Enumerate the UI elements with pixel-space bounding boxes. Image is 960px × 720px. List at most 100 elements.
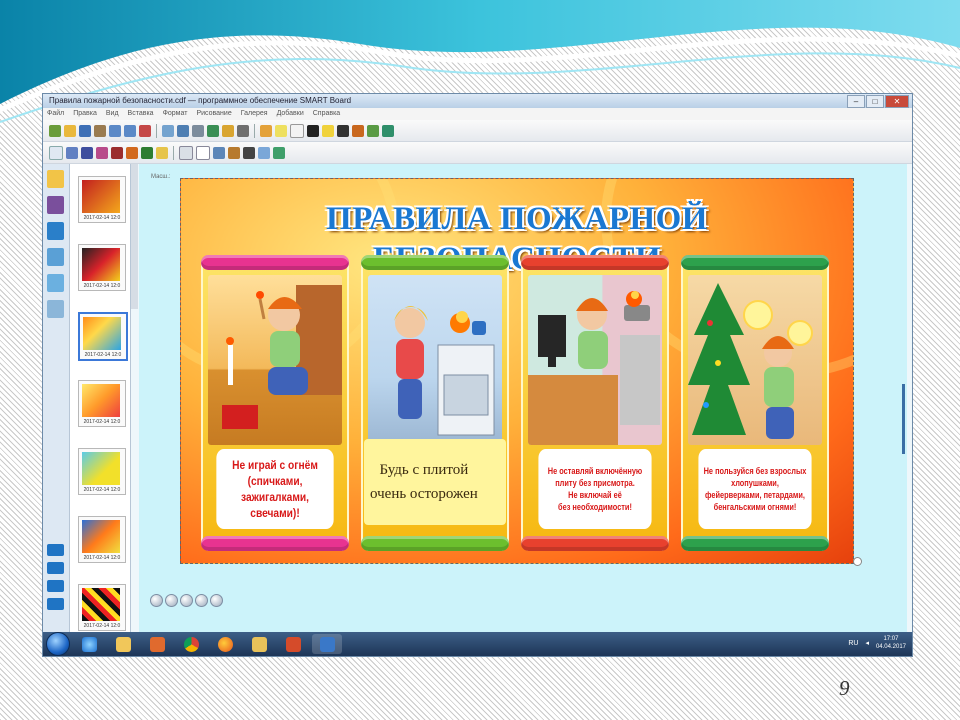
close-button[interactable]: ✕ bbox=[885, 95, 909, 108]
pen-icon[interactable] bbox=[260, 124, 272, 137]
pen-icon[interactable] bbox=[141, 146, 153, 159]
slide-canvas[interactable]: ПРАВИЛА ПОЖАРНОЙ БЕЗОПАСНОСТИ Не играй с… bbox=[180, 178, 854, 564]
eraser-icon[interactable] bbox=[290, 123, 304, 138]
sort-icon[interactable] bbox=[47, 580, 64, 592]
attachments-icon[interactable] bbox=[47, 222, 64, 240]
undo-icon[interactable] bbox=[109, 124, 121, 137]
clock[interactable]: 17:07 04.04.2017 bbox=[876, 635, 906, 651]
open-icon[interactable] bbox=[64, 124, 76, 137]
sorter-scrollbar[interactable] bbox=[131, 164, 138, 309]
menu-item-help[interactable]: Справка bbox=[313, 108, 340, 120]
card-top-bar bbox=[521, 255, 669, 270]
start-orb-icon[interactable] bbox=[46, 632, 70, 656]
eraser-icon[interactable] bbox=[179, 145, 193, 160]
language-indicator[interactable]: RU bbox=[848, 640, 858, 647]
page-thumbnail[interactable]: 2017-02-14 12:0 bbox=[78, 176, 126, 223]
file-explorer-icon[interactable] bbox=[108, 634, 138, 654]
page-thumbnail[interactable]: 2017-02-14 12:0 bbox=[78, 448, 126, 495]
refresh-icon[interactable] bbox=[180, 594, 193, 607]
pen-icon[interactable] bbox=[66, 146, 78, 159]
pen-icon[interactable] bbox=[126, 146, 138, 159]
page-sorter-icon[interactable] bbox=[47, 170, 64, 188]
volume-icon[interactable]: ◂ bbox=[865, 639, 869, 647]
properties-icon[interactable] bbox=[258, 146, 270, 159]
new-slide-icon[interactable] bbox=[49, 124, 61, 137]
minimize-button[interactable]: – bbox=[847, 95, 865, 108]
firefox-icon[interactable] bbox=[210, 634, 240, 654]
internet-explorer-icon[interactable] bbox=[74, 634, 104, 654]
thumbnail-image bbox=[82, 180, 120, 213]
line-icon[interactable] bbox=[196, 145, 210, 160]
home-icon[interactable] bbox=[195, 594, 208, 607]
pen-icon[interactable] bbox=[96, 146, 108, 159]
resize-handle[interactable] bbox=[853, 557, 862, 566]
move-down-icon[interactable] bbox=[47, 562, 64, 574]
highlighter-icon[interactable] bbox=[156, 146, 168, 159]
menu-item-addons[interactable]: Добавки bbox=[277, 108, 304, 120]
auto-hide-icon[interactable] bbox=[47, 598, 64, 610]
system-tray: RU ◂ 17:07 04.04.2017 bbox=[848, 635, 906, 651]
text-icon[interactable] bbox=[243, 146, 255, 159]
back-icon[interactable] bbox=[150, 594, 163, 607]
magic-pen-icon[interactable] bbox=[273, 146, 285, 159]
lesson-activity-icon[interactable] bbox=[47, 300, 64, 318]
forward-icon[interactable] bbox=[165, 594, 178, 607]
maximize-button[interactable]: □ bbox=[866, 95, 884, 108]
camera-icon[interactable] bbox=[192, 124, 204, 137]
properties-icon[interactable] bbox=[367, 124, 379, 137]
workspace-scrollbar[interactable] bbox=[902, 384, 905, 454]
delete-icon[interactable] bbox=[139, 124, 151, 137]
document-camera-icon[interactable] bbox=[237, 124, 249, 137]
zoom-icon[interactable] bbox=[177, 124, 189, 137]
settings-icon[interactable] bbox=[210, 594, 223, 607]
text-icon[interactable] bbox=[337, 124, 349, 137]
line-icon[interactable] bbox=[322, 124, 334, 137]
page-number: 9 bbox=[839, 676, 850, 700]
page-thumbnail[interactable]: 2017-02-14 12:0 bbox=[78, 380, 126, 427]
gallery-icon[interactable] bbox=[222, 124, 234, 137]
card-bottom-bar bbox=[521, 536, 669, 551]
page-thumbnail-selected[interactable]: 2017-02-14 12:0 bbox=[78, 312, 128, 361]
properties-icon[interactable] bbox=[47, 248, 64, 266]
menu-item-draw[interactable]: Рисование bbox=[196, 108, 231, 120]
menu-item-gallery[interactable]: Галерея bbox=[241, 108, 268, 120]
save-icon[interactable] bbox=[79, 124, 91, 137]
screen-shade-icon[interactable] bbox=[162, 124, 174, 137]
shapes-icon[interactable] bbox=[213, 146, 225, 159]
illustration-boy-sparklers bbox=[688, 275, 822, 445]
fill-icon[interactable] bbox=[352, 124, 364, 137]
highlighter-icon[interactable] bbox=[275, 124, 287, 137]
menu-item-view[interactable]: Вид bbox=[106, 108, 119, 120]
redo-icon[interactable] bbox=[124, 124, 136, 137]
rule-card-1: Не играй с огнём (спичками, зажигалками,… bbox=[201, 255, 349, 551]
move-icon[interactable] bbox=[382, 124, 394, 137]
select-icon[interactable] bbox=[49, 145, 63, 160]
media-player-icon[interactable] bbox=[142, 634, 172, 654]
slide-workspace[interactable]: Масш.: ПРАВИЛА ПОЖАРНОЙ БЕЗОПАСНОСТИ Не … bbox=[139, 164, 907, 656]
move-up-icon[interactable] bbox=[47, 544, 64, 556]
addons-icon[interactable] bbox=[47, 274, 64, 292]
thumbnail-image bbox=[82, 384, 120, 417]
smart-notebook-icon[interactable] bbox=[312, 634, 342, 654]
toolbar-separator bbox=[254, 123, 255, 138]
page-thumbnail[interactable]: 2017-02-14 12:0 bbox=[78, 516, 126, 563]
fill-icon[interactable] bbox=[228, 146, 240, 159]
table-icon[interactable] bbox=[207, 124, 219, 137]
presentation-icon[interactable] bbox=[278, 634, 308, 654]
menu-item-file[interactable]: Файл bbox=[47, 108, 64, 120]
pen-icon[interactable] bbox=[111, 146, 123, 159]
paste-icon[interactable] bbox=[94, 124, 106, 137]
page-thumbnail[interactable]: 2017-02-14 12:0 bbox=[78, 244, 126, 291]
menu-item-insert[interactable]: Вставка bbox=[128, 108, 154, 120]
chrome-icon[interactable] bbox=[176, 634, 206, 654]
folder-icon[interactable] bbox=[244, 634, 274, 654]
gallery-icon[interactable] bbox=[47, 196, 64, 214]
page-thumbnail[interactable]: 2017-02-14 12:0 bbox=[78, 584, 126, 631]
card-caption: Будь с плитой очень осторожен bbox=[364, 439, 506, 525]
card-top-bar bbox=[201, 255, 349, 270]
pen-icon[interactable] bbox=[81, 146, 93, 159]
menu-item-edit[interactable]: Правка bbox=[73, 108, 97, 120]
menu-item-format[interactable]: Формат bbox=[163, 108, 188, 120]
illustration-boy-matches bbox=[208, 275, 342, 445]
shapes-icon[interactable] bbox=[307, 124, 319, 137]
